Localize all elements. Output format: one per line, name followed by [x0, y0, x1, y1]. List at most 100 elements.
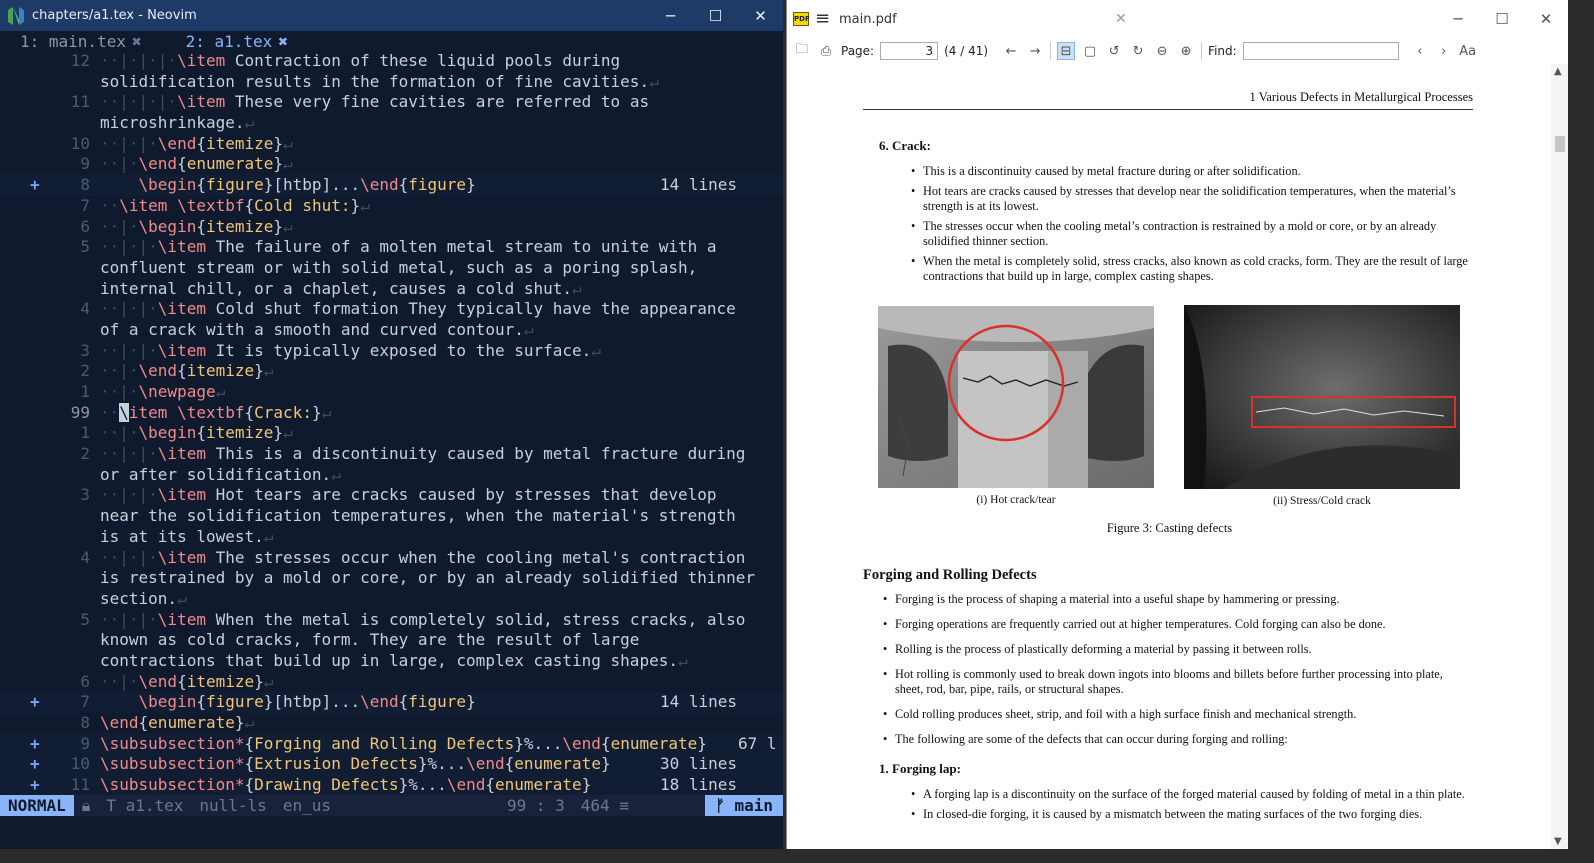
code-line[interactable]: 12 ··|·|·|·\item Contraction of these liq… — [0, 51, 783, 72]
find-input[interactable] — [1242, 42, 1399, 60]
line-text: ··|·|·|·\item Contraction of these liqui… — [100, 51, 621, 70]
folded-line[interactable]: +9 \subsubsection*{Forging and Rolling De… — [0, 733, 783, 755]
maximize-button[interactable]: ☐ — [693, 0, 738, 31]
minimize-button[interactable]: ─ — [1436, 4, 1480, 34]
match-case-icon[interactable]: Aa — [1459, 42, 1477, 60]
code-line[interactable]: 4 ··|·|·\item The stresses occur when the… — [0, 548, 783, 569]
fold-sign-icon: + — [30, 175, 40, 195]
list-item: Forging is the process of shaping a mate… — [881, 592, 1474, 607]
chevron-left-icon[interactable]: ‹ — [1411, 42, 1429, 60]
folded-line[interactable]: +11 \subsubsection*{Drawing Defects}%...\… — [0, 775, 783, 796]
code-line[interactable]: 1 ··|·\begin{itemize}↵ — [0, 423, 783, 444]
code-line[interactable]: 6 ··|·\end{itemize}↵ — [0, 672, 783, 693]
arrow-right-icon[interactable]: → — [1026, 42, 1044, 60]
fold-line-count: 18 lines — [660, 775, 738, 795]
code-line[interactable]: 5 ··|·|·\item The failure of a molten met… — [0, 237, 783, 258]
tab-close-icon[interactable]: ✖ — [132, 32, 142, 51]
line-number: 5 — [80, 609, 90, 629]
code-line[interactable]: microshrinkage.↵ — [0, 113, 783, 134]
folded-line[interactable]: +7 \begin{figure}[htbp]...\end{figure} 14… — [0, 692, 783, 713]
code-line[interactable]: is at its lowest.↵ — [0, 527, 783, 548]
code-line[interactable]: 11 ··|·|·|·\item These very fine cavities… — [0, 92, 783, 113]
code-line[interactable]: confluent stream or with solid metal, su… — [0, 258, 783, 279]
nvim-titlebar: chapters/a1.tex - Neovim ─ ☐ ✕ — [0, 0, 783, 31]
line-number: 9 — [80, 733, 90, 753]
code-line[interactable]: 4 ··|·|·\item Cold shut formation They ty… — [0, 299, 783, 320]
document-tab[interactable]: main.pdf — [839, 12, 1115, 27]
vertical-scrollbar[interactable]: ▲ ▼ — [1551, 64, 1568, 849]
code-line[interactable]: 10 ··|·|·\end{itemize}↵ — [0, 134, 783, 155]
code-line[interactable]: 7 ··\item \textbf{Cold shut:}↵ — [0, 196, 783, 217]
code-line[interactable]: 99 ··\item \textbf{Crack:}↵ — [0, 402, 783, 424]
fold-sign-icon: + — [30, 733, 40, 753]
code-line[interactable]: 6 ··|·\begin{itemize}↵ — [0, 217, 783, 238]
maximize-button[interactable]: ☐ — [1480, 4, 1524, 34]
code-line[interactable]: 5 ··|·|·\item When the metal is completel… — [0, 610, 783, 631]
fit-width-icon[interactable]: ⊟ — [1057, 42, 1076, 60]
scrollbar-thumb[interactable] — [1555, 136, 1565, 152]
menu-icon[interactable]: ≡ — [815, 10, 830, 28]
code-line[interactable]: is restrained by a mold or core, or by a… — [0, 568, 783, 589]
zoom-in-icon[interactable]: ⊕ — [1177, 42, 1195, 60]
code-line[interactable]: or after solidification.↵ — [0, 465, 783, 486]
scroll-down-icon[interactable]: ▼ — [1554, 836, 1562, 847]
chevron-right-icon[interactable]: › — [1435, 42, 1453, 60]
code-line[interactable]: 1 ··|·\newpage↵ — [0, 382, 783, 403]
tab-close-icon[interactable]: ✖ — [278, 32, 288, 51]
scroll-up-icon[interactable]: ▲ — [1554, 66, 1562, 77]
tab-main-tex[interactable]: 1: main.tex ✖ — [20, 32, 142, 51]
line-text: ··|·\begin{itemize}↵ — [100, 216, 293, 236]
open-folder-icon[interactable]: 🗀︎ — [793, 42, 811, 60]
nvim-buffer[interactable]: 12 ··|·|·|·\item Contraction of these liq… — [0, 51, 783, 796]
code-line[interactable]: solidification results in the formation … — [0, 72, 783, 93]
code-line[interactable]: known as cold cracks, form. They are the… — [0, 630, 783, 651]
folded-line[interactable]: +8 \begin{figure}[htbp]...\end{figure} 14… — [0, 175, 783, 196]
line-text: ··|·|·\item Cold shut formation They typ… — [100, 299, 736, 319]
code-line[interactable]: 2 ··|·|·\item This is a discontinuity cau… — [0, 444, 783, 465]
print-icon[interactable]: ⎙ — [817, 42, 835, 60]
minimize-button[interactable]: ─ — [648, 0, 693, 31]
zoom-out-icon[interactable]: ⊖ — [1153, 42, 1171, 60]
forging-lap-heading: 1. Forging lap: — [879, 761, 961, 776]
page-number-input[interactable]: 3 — [880, 42, 939, 60]
list-item: Rolling is the process of plastically de… — [881, 642, 1474, 657]
line-text: ··|·|·\item The failure of a molten meta… — [100, 237, 717, 257]
line-text: \begin{figure}[htbp]...\end{figure} — [138, 692, 476, 712]
code-line[interactable]: internal chill, or a chaplet, causes a c… — [0, 279, 783, 300]
line-number: 8 — [80, 175, 90, 195]
line-text: ··\item \textbf{Cold shut:}↵ — [100, 195, 370, 215]
mode-indicator: NORMAL — [0, 795, 74, 816]
code-line[interactable]: section.↵ — [0, 589, 783, 610]
line-number: 2 — [80, 361, 90, 381]
close-button[interactable]: ✕ — [738, 0, 783, 31]
subcaption-cold-crack: (ii) Stress/Cold crack — [1273, 495, 1371, 507]
line-number: 3 — [80, 340, 90, 360]
code-line[interactable]: 8 \end{enumerate}↵ — [0, 713, 783, 734]
code-line[interactable]: 3 ··|·|·\item It is typically exposed to … — [0, 341, 783, 362]
pdf-page[interactable]: 1 Various Defects in Metallurgical Proce… — [787, 64, 1552, 849]
code-line[interactable]: 2 ··|·\end{itemize}↵ — [0, 361, 783, 382]
tab-label: 2: a1.tex — [185, 31, 273, 51]
line-text: \subsubsection*{Forging and Rolling Defe… — [100, 733, 707, 753]
code-line[interactable]: 9 ··|·\end{enumerate}↵ — [0, 154, 783, 175]
code-line[interactable]: of a crack with a smooth and curved cont… — [0, 320, 783, 341]
code-line[interactable]: 3 ··|·|·\item Hot tears are cracks caused… — [0, 485, 783, 506]
line-text: ··|·\end{itemize}↵ — [100, 671, 274, 691]
line-text: ··|·\end{enumerate}↵ — [100, 154, 293, 174]
tab-close-icon[interactable]: ✕ — [1115, 11, 1127, 27]
tab-label: 1: main.tex — [20, 31, 126, 51]
line-text: solidification results in the formation … — [100, 71, 659, 91]
fit-page-icon[interactable]: ▢ — [1081, 42, 1099, 60]
folded-line[interactable]: +10 \subsubsection*{Extrusion Defects}%..… — [0, 754, 783, 776]
tab-a1-tex[interactable]: 2: a1.tex ✖ — [186, 32, 288, 51]
arrow-left-icon[interactable]: ← — [1002, 42, 1020, 60]
rotate-left-icon[interactable]: ↺ — [1105, 42, 1123, 60]
code-line[interactable]: contractions that build up in large, com… — [0, 651, 783, 672]
code-line[interactable]: near the solidification temperatures, wh… — [0, 506, 783, 527]
line-number: 11 — [70, 92, 90, 112]
line-text: microshrinkage.↵ — [100, 113, 255, 133]
rotate-right-icon[interactable]: ↻ — [1129, 42, 1147, 60]
line-text: internal chill, or a chaplet, causes a c… — [100, 278, 582, 298]
list-item: Hot tears are cracks caused by stresses … — [909, 184, 1474, 214]
close-button[interactable]: ✕ — [1524, 4, 1568, 34]
